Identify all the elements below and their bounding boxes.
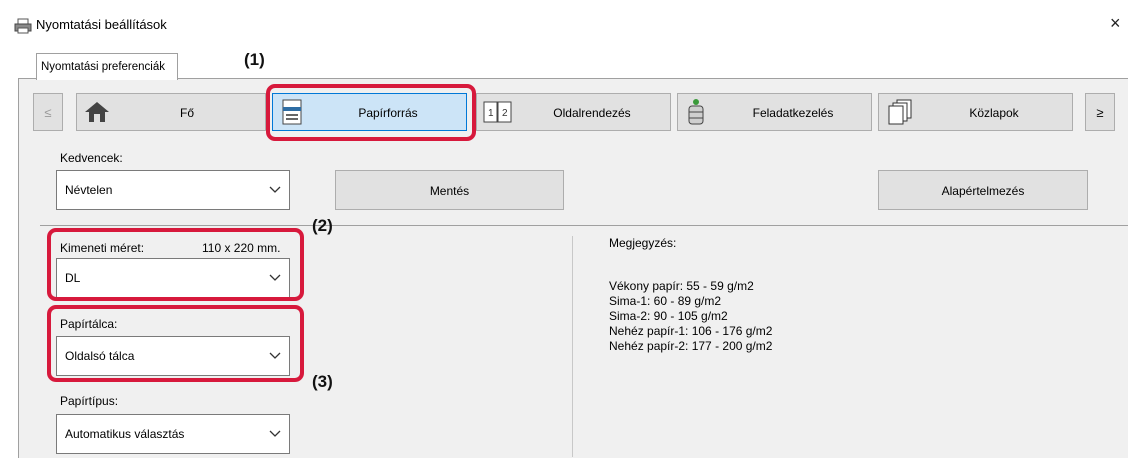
section-divider	[40, 225, 1128, 226]
tab-printing-preferences[interactable]: Nyomtatási preferenciák	[36, 53, 178, 80]
favorites-label: Kedvencek:	[60, 151, 123, 165]
category-label: Feladatkezelés	[752, 106, 834, 120]
notes-list: Vékony papír: 55 - 59 g/m2 Sima-1: 60 - …	[609, 279, 772, 354]
chevron-down-icon	[269, 430, 281, 437]
chevron-down-icon	[269, 186, 281, 193]
favorites-select[interactable]: Névtelen	[56, 170, 290, 210]
column-divider	[572, 236, 573, 457]
category-main[interactable]: Fő	[76, 93, 266, 131]
printer-icon	[14, 18, 32, 34]
job-handling-icon	[688, 99, 704, 125]
tab-label: Nyomtatási preferenciák	[41, 61, 165, 73]
title-bar: Nyomtatási beállítások ×	[0, 0, 1128, 42]
page-layout-icon: 1 2	[483, 101, 512, 123]
defaults-button[interactable]: Alapértelmezés	[878, 170, 1088, 210]
category-inserts[interactable]: Közlapok	[878, 93, 1073, 131]
favorites-value: Névtelen	[65, 183, 113, 197]
inserts-icon	[888, 99, 912, 125]
category-label: Fő	[179, 106, 194, 120]
paper-type-label: Papírtípus:	[60, 394, 119, 408]
callout-label-1: (1)	[244, 50, 265, 69]
prev-category-button[interactable]: ≤	[33, 93, 63, 131]
note-line: Vékony papír: 55 - 59 g/m2	[609, 279, 754, 293]
note-line: Sima-1: 60 - 89 g/m2	[609, 294, 722, 308]
note-line: Nehéz papír-1: 106 - 176 g/m2	[609, 324, 773, 338]
notes-title: Megjegyzés:	[609, 236, 677, 250]
save-button[interactable]: Mentés	[335, 170, 564, 210]
window-title: Nyomtatási beállítások	[36, 17, 167, 32]
close-icon[interactable]: ×	[1110, 13, 1121, 34]
note-line: Nehéz papír-2: 177 - 200 g/m2	[609, 339, 773, 353]
callout-label-2: (2)	[312, 216, 333, 235]
note-line: Sima-2: 90 - 105 g/m2	[609, 309, 728, 323]
svg-text:1: 1	[488, 108, 494, 119]
home-icon	[85, 102, 109, 122]
category-label: Oldalrendezés	[553, 106, 631, 120]
callout-box-1	[266, 84, 476, 141]
paper-type-value: Automatikus választás	[65, 427, 185, 441]
callout-box-3	[47, 305, 304, 382]
svg-text:2: 2	[502, 108, 508, 119]
category-label: Közlapok	[969, 106, 1019, 120]
category-page-layout[interactable]: 1 2 Oldalrendezés	[476, 93, 671, 131]
paper-type-select[interactable]: Automatikus választás	[56, 414, 290, 454]
next-category-button[interactable]: ≥	[1085, 93, 1115, 131]
category-job-handling[interactable]: Feladatkezelés	[677, 93, 872, 131]
callout-box-2	[47, 228, 304, 301]
callout-label-3: (3)	[312, 372, 333, 391]
